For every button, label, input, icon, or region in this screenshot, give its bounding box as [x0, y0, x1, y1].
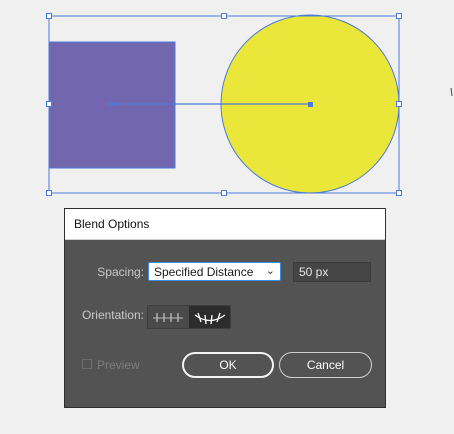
chevron-down-icon: ⌄: [265, 265, 275, 277]
handle-middle-right[interactable]: [396, 101, 402, 107]
handle-top-center[interactable]: [221, 13, 227, 19]
spine-anchor-start[interactable]: [109, 102, 113, 106]
align-to-page-icon: [153, 313, 183, 322]
handle-top-left[interactable]: [46, 13, 52, 19]
preview-label: Preview: [97, 358, 140, 372]
orientation-align-to-path-button[interactable]: [189, 306, 230, 328]
align-to-path-icon: [194, 312, 226, 325]
preview-checkbox[interactable]: [82, 359, 92, 369]
handle-top-right[interactable]: [396, 13, 402, 19]
spacing-select-value: Specified Distance: [154, 265, 254, 279]
ok-button[interactable]: OK: [182, 352, 274, 378]
cancel-button[interactable]: Cancel: [279, 352, 372, 378]
blend-options-dialog: Blend Options Spacing: Specified Distanc…: [64, 208, 386, 408]
dialog-title: Blend Options: [74, 217, 150, 231]
orientation-label: Orientation:: [81, 308, 144, 322]
spacing-select[interactable]: Specified Distance ⌄: [148, 262, 281, 281]
handle-bottom-left[interactable]: [46, 190, 52, 196]
dialog-titlebar[interactable]: Blend Options: [65, 209, 385, 240]
handle-bottom-right[interactable]: [396, 190, 402, 196]
orientation-toggle-group: [147, 305, 231, 329]
spacing-label: Spacing:: [97, 265, 144, 279]
spine-anchor-end[interactable]: [308, 102, 313, 107]
cursor-fragment-icon: [450, 87, 453, 97]
orientation-align-to-page-button[interactable]: [148, 306, 189, 328]
handle-middle-left[interactable]: [46, 101, 52, 107]
handle-bottom-center[interactable]: [221, 190, 227, 196]
distance-input[interactable]: [293, 262, 371, 282]
